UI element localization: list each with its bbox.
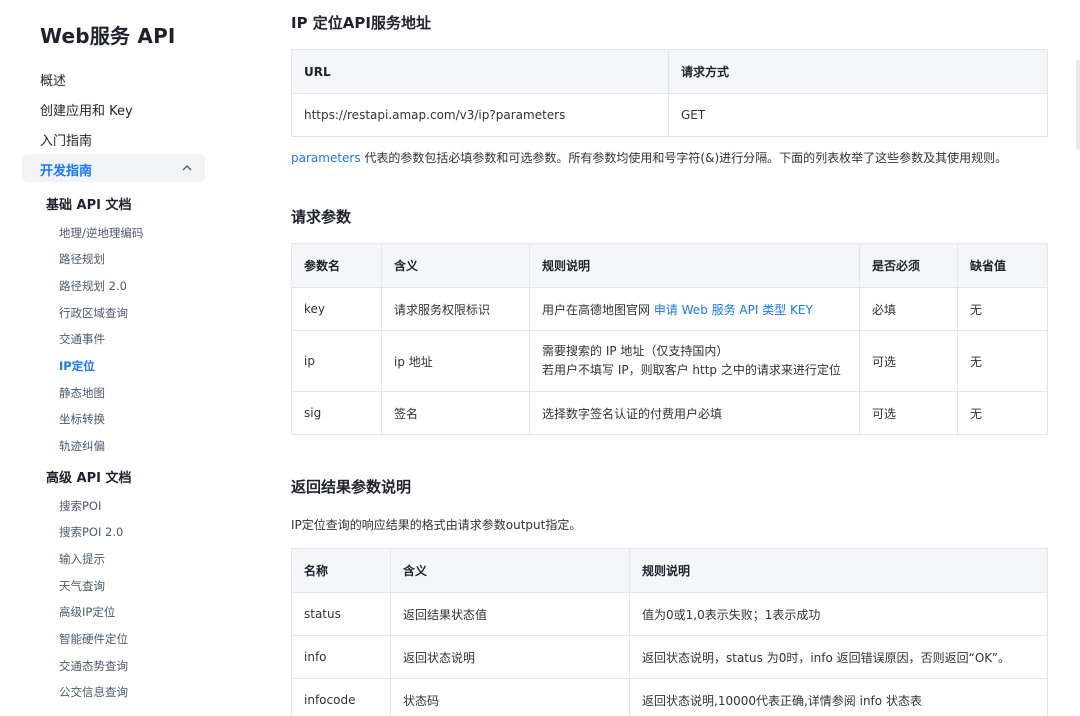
section-title-request-params: 请求参数 [291,208,352,226]
param-name: ip [291,330,382,392]
request-method-value: GET [668,93,1048,137]
sidebar-item-weather[interactable]: 天气查询 [59,578,105,594]
section-title-response-params: 返回结果参数说明 [291,478,412,496]
column-header: URL [291,49,669,94]
column-header: 含义 [381,243,530,288]
section-title-service-url: IP 定位API服务地址 [291,14,431,32]
sidebar-item-district-query[interactable]: 行政区域查询 [59,305,128,321]
param-rule-line: 需要搜索的 IP 地址（仅支持国内） [542,344,729,358]
sidebar-item-traffic-events[interactable]: 交通事件 [59,331,105,347]
table-header-row: 名称 含义 规则说明 [291,548,1048,593]
table-row: ip ip 地址 需要搜索的 IP 地址（仅支持国内） 若用户不填写 IP，则取… [291,330,1048,392]
sidebar-item-advanced-ip[interactable]: 高级IP定位 [59,604,115,620]
param-required: 必填 [859,287,958,331]
chevron-up-icon[interactable] [181,162,193,174]
response-intro: IP定位查询的响应结果的格式由请求参数output指定。 [291,518,582,532]
column-header: 参数名 [291,243,382,288]
param-rule-text: 用户在高德地图官网 [542,302,654,317]
table-row: infocode 状态码 返回状态说明,10000代表正确,详情参阅 info … [291,678,1048,716]
param-rule-line: 若用户不填写 IP，则取客户 http 之中的请求来进行定位 [542,363,841,377]
column-header: 名称 [291,548,391,593]
sidebar-item-track-correction[interactable]: 轨迹纠偏 [59,438,105,454]
field-rule: 值为0或1,0表示失败；1表示成功 [629,592,1048,636]
column-header: 缺省值 [957,243,1048,288]
param-name: key [291,287,382,331]
sidebar-item-search-poi[interactable]: 搜索POI [59,498,101,514]
sidebar-item-search-poi-2[interactable]: 搜索POI 2.0 [59,524,123,540]
parameters-note-text: 代表的参数包括必填参数和可选参数。所有参数均使用和号字符(&)进行分隔。下面的列… [360,151,1008,165]
apply-key-link[interactable]: 申请 Web 服务 API 类型 KEY [654,303,813,317]
field-meaning: 状态码 [390,678,630,716]
sidebar-item-geocoding[interactable]: 地理/逆地理编码 [59,225,143,241]
param-default: 无 [957,330,1048,392]
sidebar-item-smart-hardware[interactable]: 智能硬件定位 [59,631,128,647]
field-name: infocode [291,678,391,716]
column-header: 含义 [390,548,630,593]
table-header-row: URL 请求方式 [291,49,1048,94]
param-required: 可选 [859,391,958,435]
request-params-table: 参数名 含义 规则说明 是否必须 缺省值 key 请求服务权限标识 用户在高德地… [291,243,1048,435]
table-row: status 返回结果状态值 值为0或1,0表示失败；1表示成功 [291,592,1048,636]
main-content: IP 定位API服务地址 URL 请求方式 https://restapi.am… [291,0,1051,716]
param-rule: 用户在高德地图官网 申请 Web 服务 API 类型 KEY [529,287,860,331]
service-url-value: https://restapi.amap.com/v3/ip?parameter… [291,93,669,137]
table-row: key 请求服务权限标识 用户在高德地图官网 申请 Web 服务 API 类型 … [291,287,1048,331]
field-rule: 返回状态说明,10000代表正确,详情参阅 info 状态表 [629,678,1048,716]
column-header: 是否必须 [859,243,958,288]
sidebar-item-ip-location[interactable]: IP定位 [59,358,95,374]
sidebar-item-input-tips[interactable]: 输入提示 [59,551,105,567]
sidebar: Web服务 API 概述 创建应用和 Key 入门指南 开发指南 基础 API … [0,0,230,716]
field-meaning: 返回状态说明 [390,635,630,679]
field-name: status [291,592,391,636]
sidebar-item-route-planning[interactable]: 路径规划 [59,251,105,267]
scrollbar[interactable] [1076,60,1080,150]
param-rule: 需要搜索的 IP 地址（仅支持国内） 若用户不填写 IP，则取客户 http 之… [529,330,860,392]
sidebar-item-traffic-status[interactable]: 交通态势查询 [59,658,128,674]
param-rule: 选择数字签名认证的付费用户必填 [529,391,860,435]
brand-title: Web服务 API [40,24,176,48]
field-name: info [291,635,391,679]
sidebar-item-static-map[interactable]: 静态地图 [59,385,105,401]
parameters-link[interactable]: parameters [291,151,361,165]
parameters-note: parameters 代表的参数包括必填参数和可选参数。所有参数均使用和号字符(… [291,149,1007,166]
param-meaning: ip 地址 [381,330,530,392]
table-header-row: 参数名 含义 规则说明 是否必须 缺省值 [291,243,1048,288]
service-url-table: URL 请求方式 https://restapi.amap.com/v3/ip?… [291,49,1048,137]
sidebar-item-overview[interactable]: 概述 [40,70,66,89]
column-header: 规则说明 [529,243,860,288]
param-default: 无 [957,287,1048,331]
param-meaning: 请求服务权限标识 [381,287,530,331]
column-header: 规则说明 [629,548,1048,593]
param-name: sig [291,391,382,435]
param-meaning: 签名 [381,391,530,435]
response-params-table: 名称 含义 规则说明 status 返回结果状态值 值为0或1,0表示失败；1表… [291,548,1048,716]
sidebar-item-create-app-key[interactable]: 创建应用和 Key [40,100,133,119]
sidebar-section-advanced-api[interactable]: 高级 API 文档 [46,467,131,486]
sidebar-item-coordinate-convert[interactable]: 坐标转换 [59,411,105,427]
sidebar-section-basic-api[interactable]: 基础 API 文档 [46,194,131,213]
field-rule: 返回状态说明，status 为0时，info 返回错误原因，否则返回“OK”。 [629,635,1048,679]
column-header: 请求方式 [668,49,1048,94]
sidebar-item-getting-started[interactable]: 入门指南 [40,130,92,149]
param-default: 无 [957,391,1048,435]
table-row: sig 签名 选择数字签名认证的付费用户必填 可选 无 [291,391,1048,435]
sidebar-group-label: 开发指南 [40,164,93,179]
field-meaning: 返回结果状态值 [390,592,630,636]
param-required: 可选 [859,330,958,392]
sidebar-item-route-planning-2[interactable]: 路径规划 2.0 [59,278,127,294]
sidebar-item-bus-info[interactable]: 公交信息查询 [59,684,128,700]
table-row: https://restapi.amap.com/v3/ip?parameter… [291,93,1048,137]
table-row: info 返回状态说明 返回状态说明，status 为0时，info 返回错误原… [291,635,1048,679]
sidebar-group-dev-guide[interactable]: 开发指南 [22,154,205,182]
